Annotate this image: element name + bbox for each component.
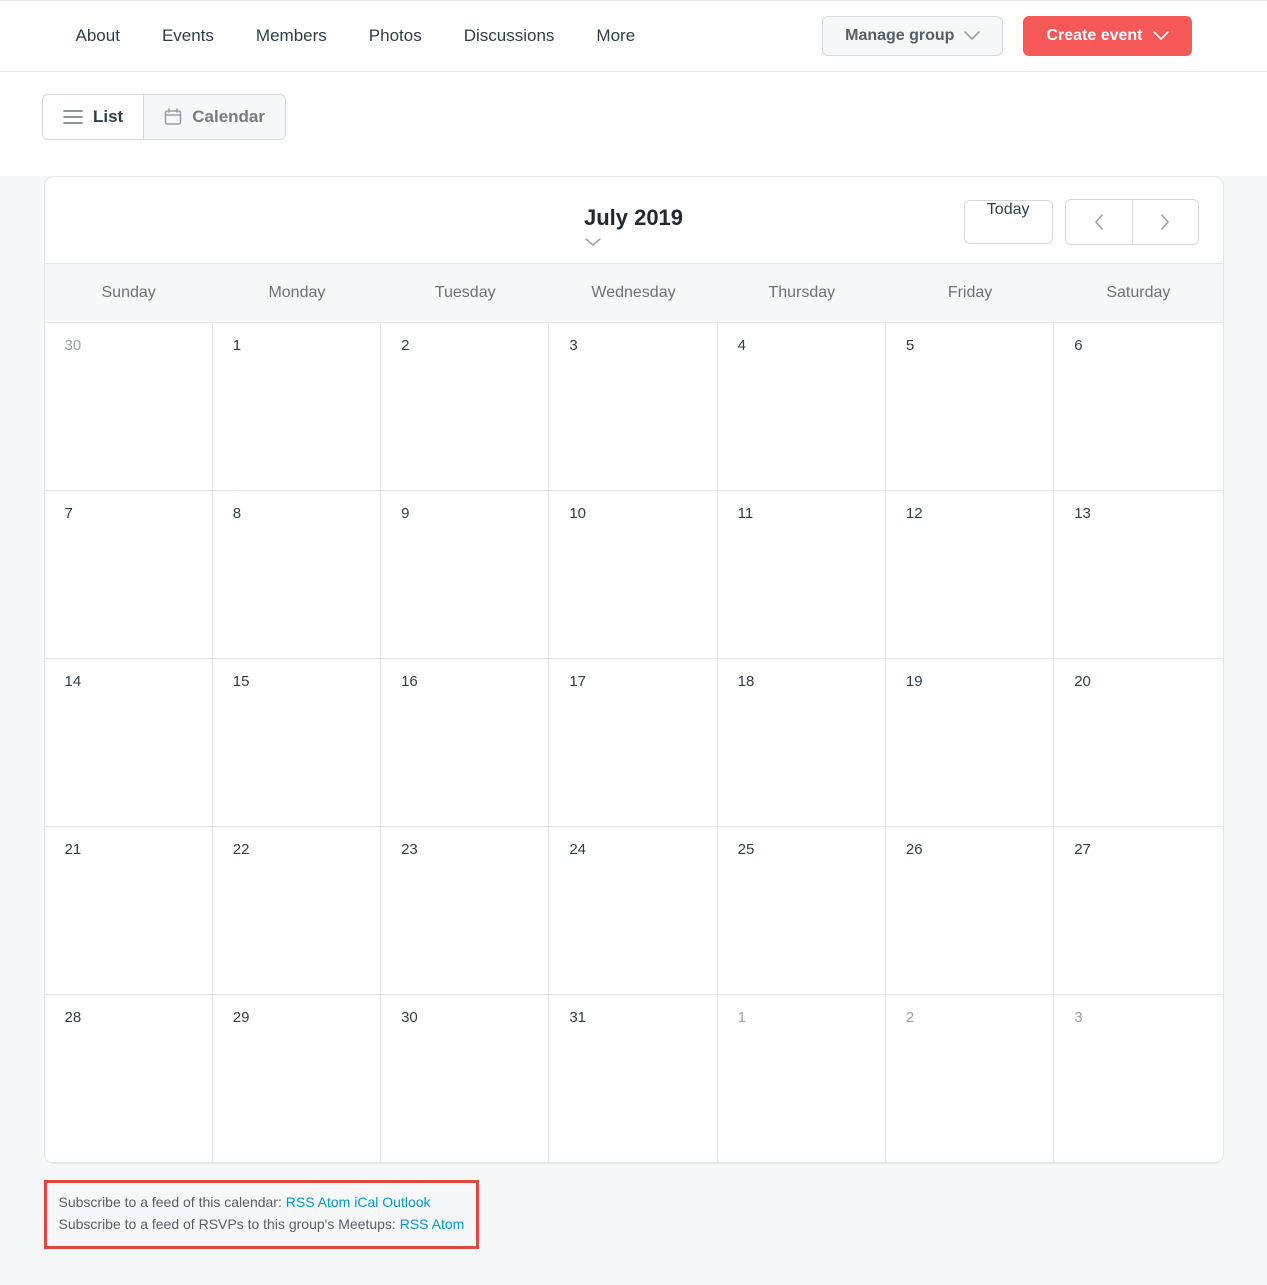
day-cell[interactable]: 8 xyxy=(213,491,381,659)
day-cell[interactable]: 30 xyxy=(45,323,213,491)
day-cell[interactable]: 25 xyxy=(718,827,886,995)
create-event-button[interactable]: Create event xyxy=(1023,16,1191,56)
day-cell[interactable]: 28 xyxy=(45,995,213,1163)
nav-members[interactable]: Members xyxy=(256,26,327,46)
day-of-week-header: Sunday Monday Tuesday Wednesday Thursday… xyxy=(45,263,1223,323)
feed-link-atom[interactable]: Atom xyxy=(318,1194,351,1210)
day-cell[interactable]: 2 xyxy=(886,995,1054,1163)
view-list-label: List xyxy=(93,107,123,127)
calendar-title-block[interactable]: July 2019 xyxy=(584,205,683,247)
view-calendar-button[interactable]: Calendar xyxy=(144,95,285,139)
day-cell[interactable]: 22 xyxy=(213,827,381,995)
calendar-grid: 3012345678910111213141516171819202122232… xyxy=(45,323,1223,1163)
day-cell[interactable]: 11 xyxy=(718,491,886,659)
day-cell[interactable]: 17 xyxy=(549,659,717,827)
feed-line2-prefix: Subscribe to a feed of RSVPs to this gro… xyxy=(59,1216,400,1232)
view-toggle-area: List Calendar xyxy=(0,72,1267,176)
today-button[interactable]: Today xyxy=(964,200,1053,244)
dow-wednesday: Wednesday xyxy=(549,264,717,322)
day-cell[interactable]: 3 xyxy=(1054,995,1222,1163)
nav-links: About Events Members Photos Discussions … xyxy=(76,26,636,46)
day-cell[interactable]: 20 xyxy=(1054,659,1222,827)
day-cell[interactable]: 6 xyxy=(1054,323,1222,491)
day-cell[interactable]: 5 xyxy=(886,323,1054,491)
dow-monday: Monday xyxy=(213,264,381,322)
calendar-title: July 2019 xyxy=(584,205,683,231)
manage-group-button[interactable]: Manage group xyxy=(822,16,1003,56)
create-event-label: Create event xyxy=(1046,27,1142,45)
day-cell[interactable]: 16 xyxy=(381,659,549,827)
day-cell[interactable]: 14 xyxy=(45,659,213,827)
topbar-actions: Manage group Create event xyxy=(822,16,1191,56)
day-cell[interactable]: 30 xyxy=(381,995,549,1163)
chevron-down-icon xyxy=(964,31,980,41)
calendar-card: July 2019 Today xyxy=(44,176,1224,1164)
day-cell[interactable]: 13 xyxy=(1054,491,1222,659)
feed-link-atom[interactable]: Atom xyxy=(432,1216,465,1232)
dow-tuesday: Tuesday xyxy=(381,264,549,322)
chevron-down-icon xyxy=(1153,31,1169,41)
day-cell[interactable]: 1 xyxy=(718,995,886,1163)
day-cell[interactable]: 19 xyxy=(886,659,1054,827)
calendar-controls: Today xyxy=(964,199,1199,245)
day-cell[interactable]: 29 xyxy=(213,995,381,1163)
calendar-header: July 2019 Today xyxy=(45,177,1223,263)
prev-month-button[interactable] xyxy=(1066,200,1132,244)
day-cell[interactable]: 12 xyxy=(886,491,1054,659)
day-cell[interactable]: 18 xyxy=(718,659,886,827)
day-cell[interactable]: 31 xyxy=(549,995,717,1163)
day-cell[interactable]: 21 xyxy=(45,827,213,995)
feed-link-outlook[interactable]: Outlook xyxy=(382,1194,430,1210)
top-nav-bar: About Events Members Photos Discussions … xyxy=(0,0,1267,72)
manage-group-label: Manage group xyxy=(845,27,954,45)
day-cell[interactable]: 4 xyxy=(718,323,886,491)
feed-line-calendar: Subscribe to a feed of this calendar: RS… xyxy=(59,1191,465,1213)
day-cell[interactable]: 3 xyxy=(549,323,717,491)
nav-about[interactable]: About xyxy=(76,26,120,46)
nav-discussions[interactable]: Discussions xyxy=(464,26,555,46)
view-calendar-label: Calendar xyxy=(192,107,265,127)
feed-link-rss[interactable]: RSS xyxy=(286,1194,315,1210)
list-icon xyxy=(63,109,83,125)
chevron-right-icon xyxy=(1159,213,1171,231)
day-cell[interactable]: 1 xyxy=(213,323,381,491)
dow-sunday: Sunday xyxy=(45,264,213,322)
day-cell[interactable]: 23 xyxy=(381,827,549,995)
day-cell[interactable]: 26 xyxy=(886,827,1054,995)
day-cell[interactable]: 10 xyxy=(549,491,717,659)
day-cell[interactable]: 7 xyxy=(45,491,213,659)
dow-thursday: Thursday xyxy=(718,264,886,322)
feed-line1-prefix: Subscribe to a feed of this calendar: xyxy=(59,1194,286,1210)
day-cell[interactable]: 9 xyxy=(381,491,549,659)
month-nav xyxy=(1065,199,1199,245)
day-cell[interactable]: 27 xyxy=(1054,827,1222,995)
chevron-down-icon xyxy=(584,237,683,247)
nav-events[interactable]: Events xyxy=(162,26,214,46)
dow-friday: Friday xyxy=(886,264,1054,322)
dow-saturday: Saturday xyxy=(1054,264,1222,322)
view-list-button[interactable]: List xyxy=(43,95,143,139)
nav-more[interactable]: More xyxy=(596,26,635,46)
day-cell[interactable]: 15 xyxy=(213,659,381,827)
day-cell[interactable]: 24 xyxy=(549,827,717,995)
nav-photos[interactable]: Photos xyxy=(369,26,422,46)
feed-subscribe-box: Subscribe to a feed of this calendar: RS… xyxy=(44,1180,1224,1249)
feed-line-rsvp: Subscribe to a feed of RSVPs to this gro… xyxy=(59,1213,465,1235)
feed-link-ical[interactable]: iCal xyxy=(354,1194,378,1210)
calendar-icon xyxy=(164,108,182,126)
day-cell[interactable]: 2 xyxy=(381,323,549,491)
page-body: July 2019 Today xyxy=(0,176,1267,1285)
next-month-button[interactable] xyxy=(1132,200,1198,244)
chevron-left-icon xyxy=(1093,213,1105,231)
feed-link-rss[interactable]: RSS xyxy=(400,1216,429,1232)
view-toggle: List Calendar xyxy=(42,94,286,140)
